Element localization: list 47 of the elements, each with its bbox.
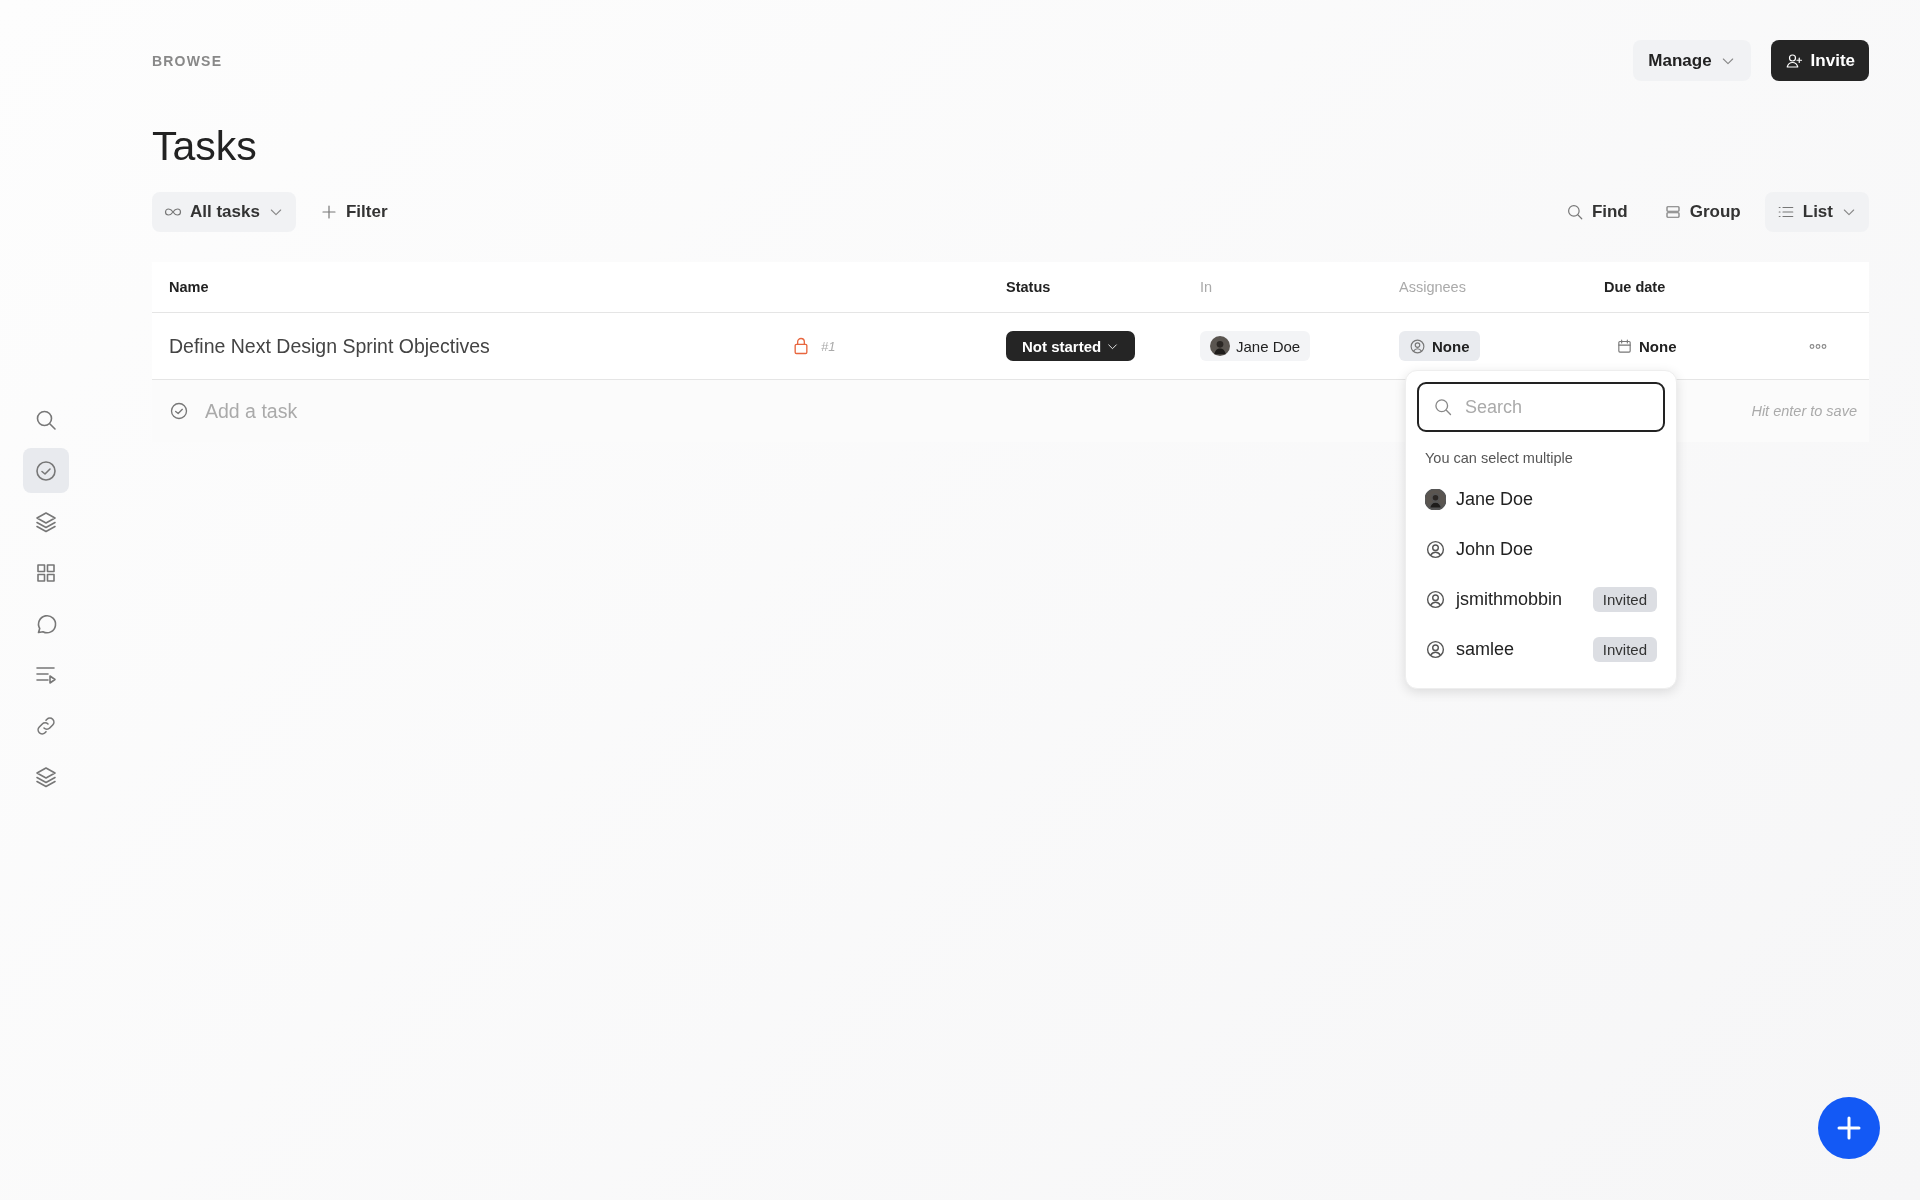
assignee-option[interactable]: Jane Doe — [1456, 488, 1534, 510]
user-circle-icon — [1409, 337, 1426, 355]
filter-button[interactable]: Filter — [307, 192, 400, 232]
group-icon — [1663, 203, 1682, 221]
page-title: Tasks — [152, 123, 258, 170]
assignee-option[interactable]: jsmithmobbin — [1456, 588, 1563, 610]
due-date-button[interactable]: None — [1604, 331, 1689, 361]
sidebar-item[interactable] — [23, 448, 69, 493]
task-number: #1 — [821, 338, 836, 354]
add-user-icon — [1784, 51, 1803, 70]
invited-tag: Invited — [1592, 586, 1657, 612]
layout-selector[interactable]: List — [1764, 192, 1869, 232]
search-icon — [1433, 397, 1453, 417]
avatar — [1210, 336, 1230, 356]
manage-button[interactable]: Manage — [1633, 40, 1751, 81]
column-header: Due date — [1604, 279, 1667, 295]
column-header: Name — [169, 279, 210, 295]
search-icon — [1565, 203, 1584, 221]
task-name[interactable]: Define Next Design Sprint Objectives — [169, 334, 791, 358]
search-field[interactable]: Search — [1417, 382, 1665, 432]
invited-tag: Invited — [1592, 636, 1657, 662]
add-task-field[interactable]: Add a task — [203, 398, 507, 424]
avatar — [1425, 488, 1446, 510]
column-header: Assignees — [1399, 279, 1467, 295]
assignee-chip[interactable]: None — [1399, 331, 1480, 361]
find-button[interactable]: Find — [1553, 192, 1640, 232]
assignee-option[interactable]: John Doe — [1456, 538, 1534, 560]
more-icon[interactable] — [1809, 342, 1827, 350]
assignee-option[interactable]: samlee — [1456, 638, 1515, 660]
project-chip[interactable]: Jane Doe — [1200, 331, 1311, 361]
check-circle-icon — [34, 458, 58, 483]
hint-text: Hit enter to save — [1751, 403, 1857, 419]
user-circle-icon — [1425, 538, 1446, 560]
status-dropdown[interactable]: Not started — [1006, 331, 1136, 361]
check-circle-icon — [169, 401, 189, 421]
view-selector[interactable]: All tasks — [152, 192, 296, 232]
breadcrumb: BROWSE — [152, 52, 223, 69]
column-header: In — [1200, 279, 1214, 295]
column-header: Status — [1006, 279, 1052, 295]
group-button[interactable]: Group — [1651, 192, 1753, 232]
user-circle-icon — [1425, 638, 1446, 660]
user-circle-icon — [1425, 588, 1446, 610]
helper-text: You can select multiple — [1425, 450, 1574, 466]
layers-icon — [34, 764, 58, 789]
calendar-icon — [1616, 337, 1633, 355]
invite-button[interactable]: Invite — [1770, 40, 1869, 81]
layers-icon — [34, 509, 58, 534]
